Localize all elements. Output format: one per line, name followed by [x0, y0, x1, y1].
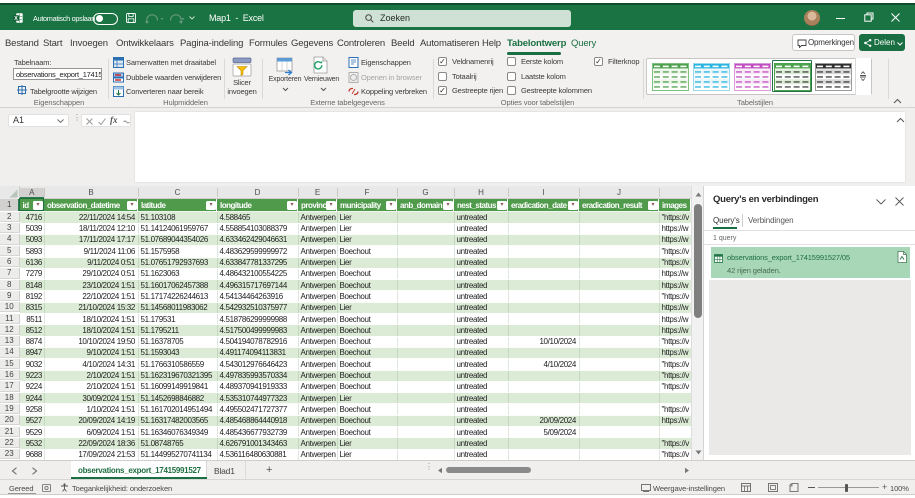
svg-text:X: X	[14, 16, 18, 22]
